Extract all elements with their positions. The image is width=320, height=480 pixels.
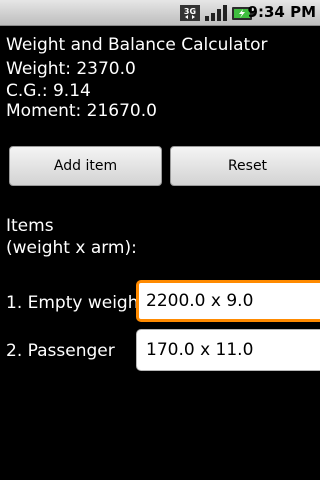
svg-text:3G: 3G bbox=[184, 7, 196, 16]
3g-data-icon: 3G bbox=[180, 5, 200, 21]
items-header-title: Items bbox=[6, 216, 54, 236]
item-2-input[interactable]: 170.0 x 11.0 bbox=[136, 329, 320, 371]
item-1-label: 1. Empty weight bbox=[6, 293, 146, 313]
status-bar: 3G 9:34 PM bbox=[0, 0, 320, 26]
item-2-label: 2. Passenger bbox=[6, 341, 115, 361]
add-item-button[interactable]: Add item bbox=[9, 146, 162, 186]
item-1-input[interactable]: 2200.0 x 9.0 bbox=[136, 280, 320, 322]
items-header: Items (weight x arm): bbox=[6, 215, 137, 259]
items-header-subtitle: (weight x arm): bbox=[6, 238, 137, 258]
reset-button[interactable]: Reset bbox=[170, 146, 320, 186]
weight-readout: Weight: 2370.0 bbox=[6, 59, 136, 79]
signal-strength-icon bbox=[205, 5, 227, 21]
page-title: Weight and Balance Calculator bbox=[6, 35, 268, 55]
status-time: 9:34 PM bbox=[247, 3, 316, 21]
moment-readout: Moment: 21670.0 bbox=[6, 101, 157, 121]
cg-readout: C.G.: 9.14 bbox=[6, 81, 91, 101]
